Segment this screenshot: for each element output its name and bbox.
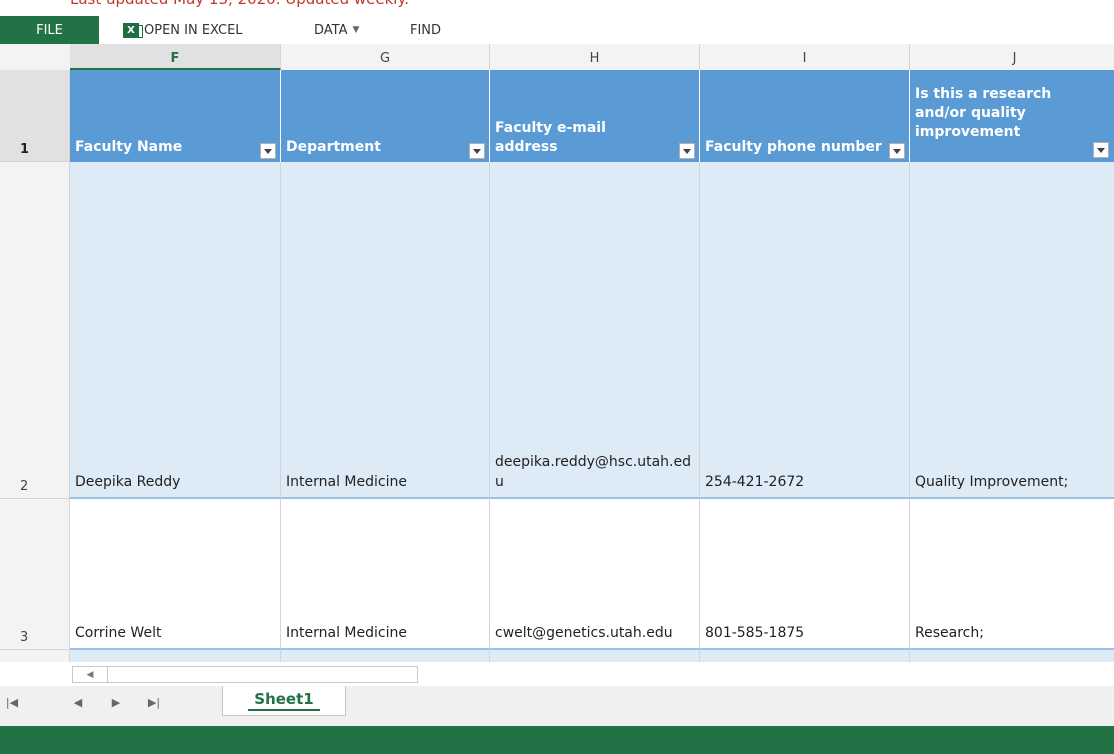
table-cell[interactable]	[281, 650, 490, 662]
table-cell[interactable]	[700, 650, 910, 662]
header-cell-department[interactable]: Department	[281, 70, 490, 162]
sheet-tab-label: Sheet1	[248, 690, 320, 711]
row-header-1[interactable]: 1	[0, 70, 70, 162]
status-bar	[0, 726, 1114, 754]
next-sheet-icon[interactable]: ▶	[106, 696, 126, 709]
table-cell[interactable]: 801-585-1875	[700, 499, 910, 650]
column-header-j[interactable]: J	[910, 44, 1114, 70]
filter-dropdown-icon[interactable]	[679, 143, 695, 159]
find-button[interactable]: FIND	[410, 16, 441, 44]
row-header-3[interactable]: 3	[0, 499, 70, 650]
table-cell[interactable]	[70, 650, 281, 662]
table-cell[interactable]: Research;	[910, 499, 1114, 650]
last-sheet-icon[interactable]: ▶|	[144, 696, 164, 709]
first-sheet-icon[interactable]: |◀	[2, 696, 22, 709]
open-in-excel-button[interactable]: X OPEN IN EXCEL	[123, 16, 243, 44]
table-cell[interactable]: 254-421-2672	[700, 162, 910, 499]
table-cell[interactable]: Corrine Welt	[70, 499, 281, 650]
row-header-2[interactable]: 2	[0, 162, 70, 499]
header-text: Faculty Name	[75, 139, 183, 155]
filter-dropdown-icon[interactable]	[469, 143, 485, 159]
table-cell[interactable]	[490, 650, 700, 662]
scroll-left-arrow-icon[interactable]: ◀	[73, 667, 108, 682]
filter-dropdown-icon[interactable]	[1093, 142, 1109, 158]
table-cell[interactable]: Internal Medicine	[281, 162, 490, 499]
file-button[interactable]: FILE	[0, 16, 99, 44]
filter-dropdown-icon[interactable]	[889, 143, 905, 159]
column-header-i[interactable]: I	[700, 44, 910, 70]
filter-dropdown-icon[interactable]	[260, 143, 276, 159]
spreadsheet-grid: F G H I J 1 Faculty Name Department Facu…	[0, 44, 1114, 662]
data-menu-label: DATA	[314, 22, 348, 38]
table-cell[interactable]: Quality Improvement;	[910, 162, 1114, 499]
column-header-h[interactable]: H	[490, 44, 700, 70]
sheet-tab-bar: |◀ ◀ ▶ ▶| Sheet1	[0, 686, 1114, 726]
row-header-4[interactable]	[0, 650, 70, 662]
header-text: Faculty phone number	[705, 139, 882, 155]
header-text: Department	[286, 139, 381, 155]
sheet-tab-sheet1[interactable]: Sheet1	[222, 686, 346, 716]
table-cell[interactable]	[910, 650, 1114, 662]
header-text: Faculty e-mail address	[495, 120, 606, 155]
header-cell-research-or-qi[interactable]: Is this a research and/or quality improv…	[910, 70, 1114, 162]
column-header-g[interactable]: G	[281, 44, 490, 70]
header-text: Is this a research and/or quality improv…	[915, 86, 1052, 140]
column-header-f[interactable]: F	[70, 44, 281, 70]
chevron-down-icon: ▼	[352, 25, 360, 35]
select-all-corner[interactable]	[0, 44, 71, 70]
ribbon-toolbar: FILE X OPEN IN EXCEL DATA ▼ FIND	[0, 16, 1114, 44]
excel-icon: X	[123, 22, 143, 38]
table-cell[interactable]: Deepika Reddy	[70, 162, 281, 499]
header-cell-faculty-email[interactable]: Faculty e-mail address	[490, 70, 700, 162]
table-cell[interactable]: Internal Medicine	[281, 499, 490, 650]
header-cell-faculty-phone[interactable]: Faculty phone number	[700, 70, 910, 162]
open-in-excel-label: OPEN IN EXCEL	[144, 22, 243, 38]
table-cell[interactable]: deepika.reddy@hsc.utah.edu	[490, 162, 700, 499]
data-menu-button[interactable]: DATA ▼	[314, 16, 359, 44]
last-updated-notice: Last updated May 13, 2020. Updated weekl…	[70, 0, 409, 10]
column-header-row: F G H I J	[0, 44, 1114, 71]
header-cell-faculty-name[interactable]: Faculty Name	[70, 70, 281, 162]
table-cell[interactable]: cwelt@genetics.utah.edu	[490, 499, 700, 650]
previous-sheet-icon[interactable]: ◀	[68, 696, 88, 709]
horizontal-scrollbar[interactable]: ◀	[72, 666, 418, 683]
